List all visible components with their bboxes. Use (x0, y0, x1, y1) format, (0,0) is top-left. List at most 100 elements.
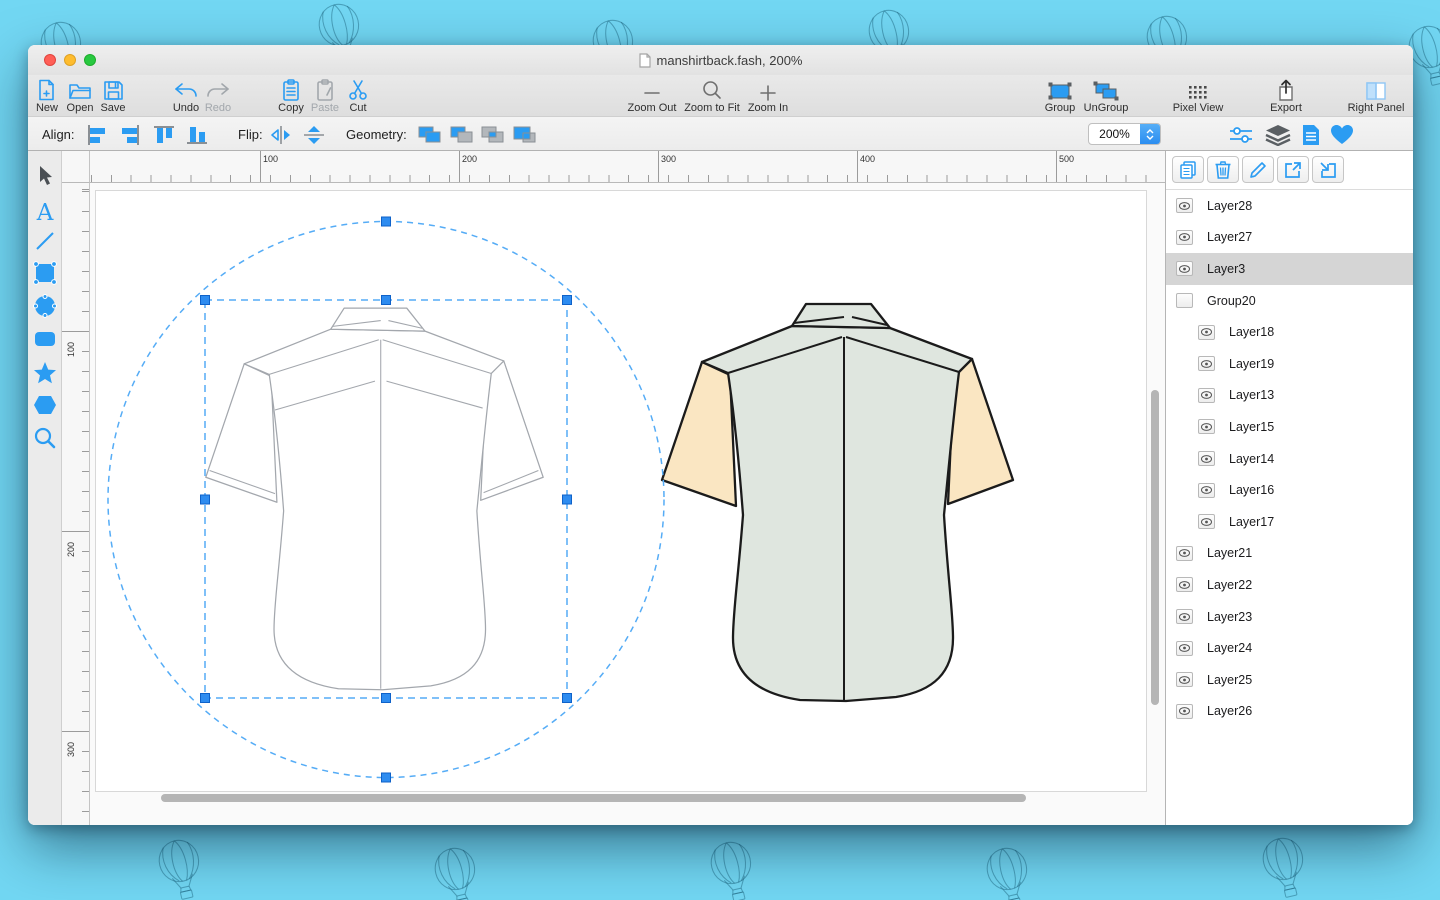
zoom-to-fit-button[interactable]: Zoom to Fit (680, 78, 744, 115)
zoom-level-control[interactable]: 200% (1088, 123, 1161, 145)
layer-row[interactable]: Layer13 (1166, 380, 1413, 412)
visibility-toggle[interactable] (1176, 641, 1193, 656)
layer-row-selected[interactable]: Layer3 (1166, 253, 1413, 285)
horizontal-ruler: 100 200 300 400 500 (62, 151, 1165, 183)
selection-overlay (90, 183, 1165, 825)
desktop: { "window": { "title": "manshirtback.fas… (0, 0, 1440, 900)
edit-layer-button[interactable] (1242, 156, 1274, 183)
layer-row[interactable]: Layer16 (1166, 474, 1413, 506)
right-panel-icon (1344, 78, 1408, 101)
balloon-pattern-icon (151, 834, 210, 900)
visibility-toggle[interactable] (1176, 546, 1193, 561)
duplicate-layer-button[interactable] (1172, 156, 1204, 183)
ellipse-tool[interactable] (28, 291, 62, 321)
balloon-pattern-icon (427, 842, 486, 900)
zoom-stepper[interactable] (1140, 124, 1160, 144)
geometry-union-button[interactable] (415, 123, 445, 146)
minimize-window-button[interactable] (64, 54, 76, 66)
export-layer-button[interactable] (1277, 156, 1309, 183)
workspace: A 100 200 300 400 500 100 200 300 (28, 151, 1413, 825)
right-panel-toggle-button[interactable]: Right Panel (1344, 78, 1408, 115)
visibility-toggle[interactable] (1176, 230, 1193, 245)
favorite-heart-button[interactable] (1327, 123, 1357, 146)
delete-layer-button[interactable] (1207, 156, 1239, 183)
plus-icon (736, 78, 800, 101)
geometry-label: Geometry: (346, 127, 407, 142)
vertical-scrollbar[interactable] (1151, 390, 1159, 705)
zoom-window-button[interactable] (84, 54, 96, 66)
layer-row[interactable]: Group20 (1166, 285, 1413, 317)
geometry-intersect-button[interactable] (478, 123, 508, 146)
save-button[interactable]: Save (81, 78, 145, 115)
text-tool[interactable]: A (28, 198, 62, 228)
ungroup-button[interactable]: UnGroup (1074, 78, 1138, 115)
layer-row[interactable]: Layer22 (1166, 569, 1413, 601)
ruler-corner (62, 151, 90, 183)
align-right-button[interactable] (114, 123, 144, 146)
zoom-tool[interactable] (28, 423, 62, 453)
geometry-subtract-button[interactable] (447, 123, 477, 146)
document-properties-button[interactable] (1296, 123, 1326, 146)
select-tool[interactable] (28, 161, 62, 191)
visibility-toggle[interactable] (1198, 356, 1215, 371)
tool-palette: A (28, 151, 62, 825)
import-layer-button[interactable] (1312, 156, 1344, 183)
rectangle-tool[interactable] (28, 258, 62, 288)
visibility-toggle[interactable] (1198, 451, 1215, 466)
layer-row[interactable]: Layer23 (1166, 601, 1413, 633)
layer-row[interactable]: Layer18 (1166, 316, 1413, 348)
rounded-rect-tool[interactable] (28, 324, 62, 354)
layer-row[interactable]: Layer27 (1166, 222, 1413, 254)
align-left-button[interactable] (83, 123, 113, 146)
layer-row[interactable]: Layer26 (1166, 696, 1413, 728)
layer-row[interactable]: Layer19 (1166, 348, 1413, 380)
export-button[interactable]: Export (1254, 78, 1318, 115)
layer-row[interactable]: Layer24 (1166, 632, 1413, 664)
layer-row[interactable]: Layer25 (1166, 664, 1413, 696)
star-tool[interactable] (28, 358, 62, 388)
cut-scissors-icon (326, 78, 390, 101)
text-tool-icon: A (37, 202, 54, 225)
selection-bounding-box (205, 300, 567, 698)
layers-stack-button[interactable] (1263, 123, 1293, 146)
settings-sliders-button[interactable] (1226, 123, 1256, 146)
canvas[interactable] (90, 183, 1165, 825)
visibility-toggle[interactable] (1198, 325, 1215, 340)
visibility-toggle[interactable] (1176, 577, 1193, 592)
visibility-toggle[interactable] (1176, 672, 1193, 687)
flip-label: Flip: (238, 127, 263, 142)
visibility-toggle[interactable] (1176, 609, 1193, 624)
align-top-button[interactable] (149, 123, 179, 146)
horizontal-scrollbar[interactable] (161, 794, 1026, 802)
zoom-in-button[interactable]: Zoom In (736, 78, 800, 115)
layer-row[interactable]: Layer14 (1166, 443, 1413, 475)
vertical-ruler: 100 200 300 (62, 183, 90, 825)
redo-arrow-icon (186, 78, 250, 101)
layer-row[interactable]: Layer28 (1166, 190, 1413, 222)
visibility-toggle[interactable] (1176, 704, 1193, 719)
layer-row[interactable]: Layer15 (1166, 411, 1413, 443)
zoom-out-button[interactable]: Zoom Out (620, 78, 684, 115)
line-tool[interactable] (28, 226, 62, 256)
flip-vertical-button[interactable] (299, 123, 329, 146)
geometry-exclude-button[interactable] (510, 123, 540, 146)
cut-button[interactable]: Cut (326, 78, 390, 115)
visibility-toggle[interactable] (1198, 514, 1215, 529)
pixel-view-button[interactable]: Pixel View (1166, 78, 1230, 115)
layer-row[interactable]: Layer17 (1166, 506, 1413, 538)
layer-row[interactable]: Layer21 (1166, 538, 1413, 570)
visibility-toggle[interactable] (1198, 388, 1215, 403)
align-bottom-button[interactable] (182, 123, 212, 146)
visibility-toggle[interactable] (1176, 261, 1193, 276)
layers-list: Layer28 Layer27 Layer3 Group20 Layer18 L… (1166, 190, 1413, 727)
group-checkbox[interactable] (1176, 293, 1193, 308)
ungroup-objects-icon (1074, 78, 1138, 101)
visibility-toggle[interactable] (1176, 198, 1193, 213)
visibility-toggle[interactable] (1198, 483, 1215, 498)
close-window-button[interactable] (44, 54, 56, 66)
balloon-pattern-icon (979, 842, 1038, 900)
titlebar: manshirtback.fash, 200% (28, 45, 1413, 75)
polygon-tool[interactable] (28, 390, 62, 420)
visibility-toggle[interactable] (1198, 419, 1215, 434)
flip-horizontal-button[interactable] (266, 123, 296, 146)
